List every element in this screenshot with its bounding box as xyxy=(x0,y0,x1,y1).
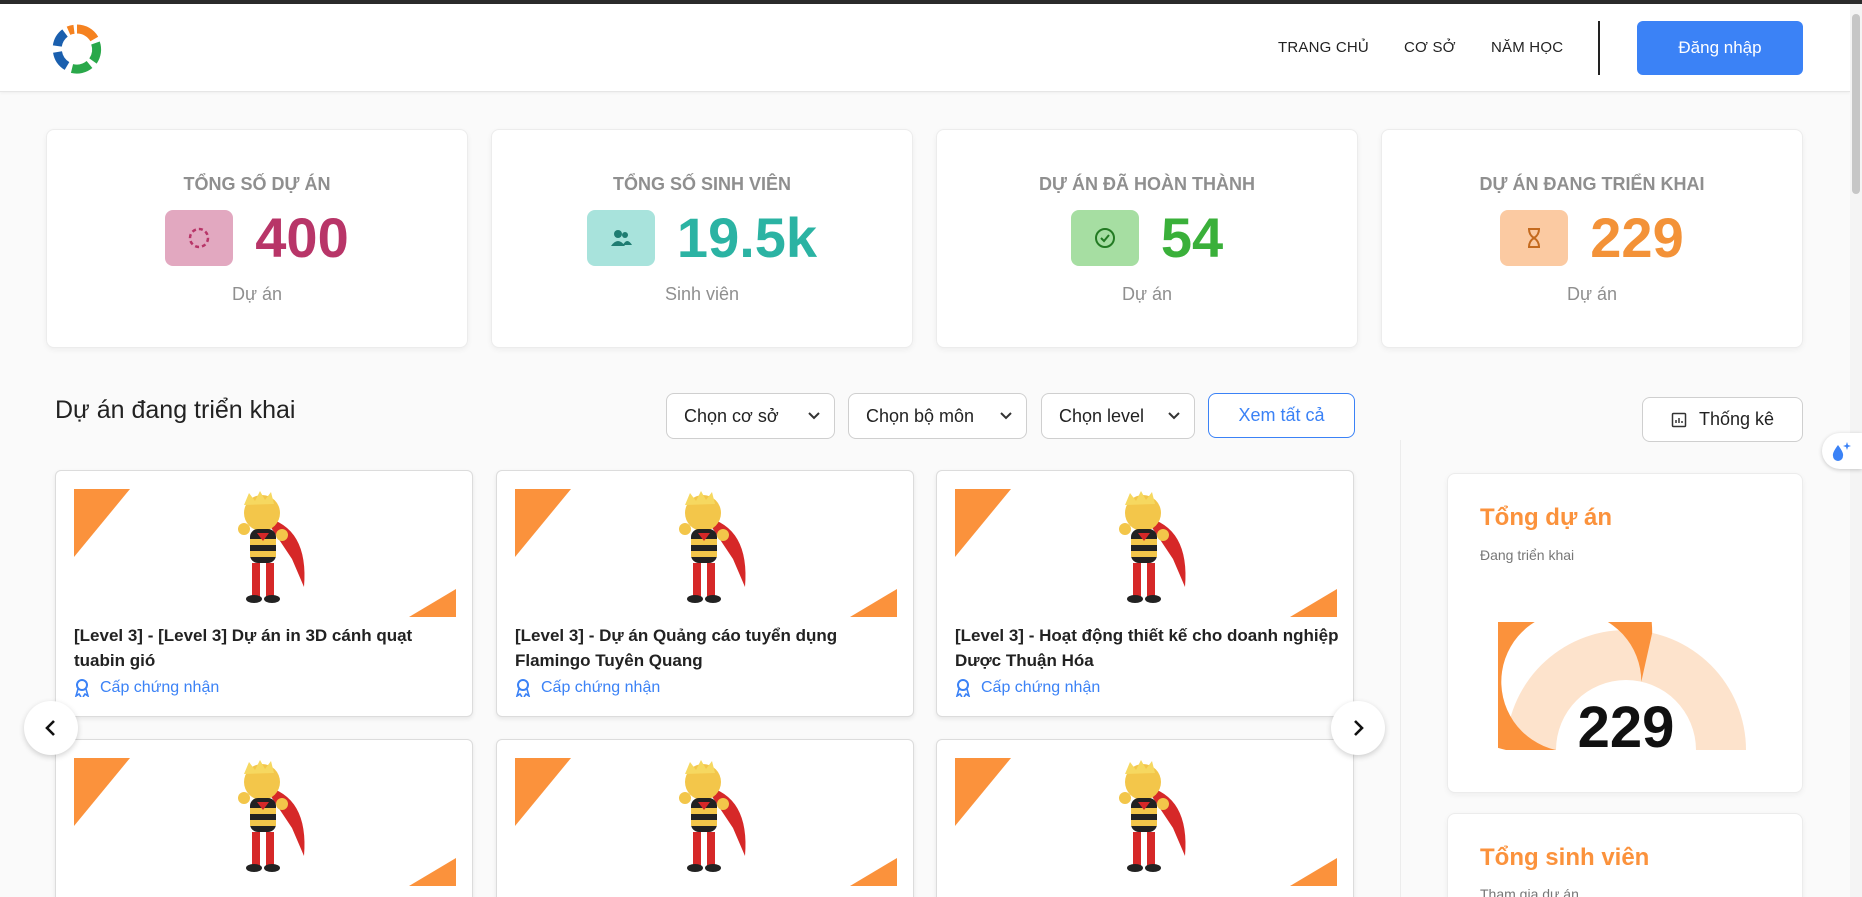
certificate-label: Cấp chứng nhận xyxy=(955,679,1100,697)
floating-widget-button[interactable] xyxy=(1822,433,1862,469)
stat-unit: Dự án xyxy=(1566,284,1618,304)
students-card-subtitle: Tham gia dự án xyxy=(1480,886,1579,897)
select-label: Chọn level xyxy=(1059,405,1145,426)
spinner-icon xyxy=(165,210,234,266)
project-title[interactable]: [Level 3] - Hoạt động thiết kế cho doanh… xyxy=(955,623,1340,673)
stat-card-ongoing-projects: DỰ ÁN ĐANG TRIỂN KHAI 229 Dự án xyxy=(1381,129,1803,348)
logo-icon[interactable] xyxy=(52,24,102,74)
project-thumbnail xyxy=(74,489,456,617)
project-card[interactable]: [Level 3] - [Level 3] Dự án in 3D cánh q… xyxy=(55,470,473,717)
statistics-label: Thống kê xyxy=(1698,409,1775,429)
nav-divider xyxy=(1598,21,1600,75)
certificate-text: Cấp chứng nhận xyxy=(100,679,220,696)
column-divider xyxy=(1400,440,1401,897)
project-thumbnail xyxy=(515,489,897,617)
gauge-card-title: Tổng dự án xyxy=(1480,504,1613,531)
users-icon xyxy=(586,210,655,266)
section-title: Dự án đang triển khai xyxy=(55,396,296,424)
hourglass-icon xyxy=(1500,210,1569,266)
stat-title: DỰ ÁN ĐÃ HOÀN THÀNH xyxy=(1039,174,1255,194)
total-students-card: Tổng sinh viên Tham gia dự án xyxy=(1447,813,1803,897)
project-card[interactable] xyxy=(496,739,914,897)
chevron-down-icon xyxy=(808,412,820,420)
stat-value: 229 xyxy=(1590,206,1684,269)
project-card[interactable]: [Level 3] - Dự án Quảng cáo tuyển dụng F… xyxy=(496,470,914,717)
award-ribbon-icon xyxy=(955,679,971,697)
nav-trang-chu[interactable]: TRANG CHỦ xyxy=(1278,39,1369,56)
select-label: Chọn bộ môn xyxy=(866,405,975,426)
login-button[interactable]: Đăng nhập xyxy=(1637,21,1803,75)
select-label: Chọn cơ sở xyxy=(684,405,779,426)
bar-chart-icon xyxy=(1671,412,1687,427)
stat-title: TỔNG SỐ SINH VIÊN xyxy=(612,174,792,194)
statistics-button[interactable]: Thống kê xyxy=(1642,397,1803,442)
project-thumbnail xyxy=(955,758,1337,886)
carousel-next-button[interactable] xyxy=(1331,701,1385,755)
stat-unit: Dự án xyxy=(1121,284,1173,304)
select-co-so[interactable]: Chọn cơ sở xyxy=(666,393,835,439)
nav-nam-hoc[interactable]: NĂM HỌC xyxy=(1491,39,1563,56)
project-thumbnail xyxy=(955,489,1337,617)
nav-co-so[interactable]: CƠ SỞ xyxy=(1404,39,1456,56)
carousel-prev-button[interactable] xyxy=(24,701,78,755)
certificate-text: Cấp chứng nhận xyxy=(981,679,1101,696)
stat-card-total-projects: TỔNG SỐ DỰ ÁN 400 Dự án xyxy=(46,129,468,348)
stat-title: DỰ ÁN ĐANG TRIỂN KHAI xyxy=(1479,174,1705,194)
project-card[interactable] xyxy=(55,739,473,897)
stat-unit: Sinh viên xyxy=(664,284,740,304)
stat-value: 400 xyxy=(255,206,349,269)
stat-value: 19.5k xyxy=(676,206,818,269)
award-ribbon-icon xyxy=(74,679,90,697)
total-projects-gauge-card: Tổng dự án Đang triển khai 229 xyxy=(1447,473,1803,793)
view-all-button[interactable]: Xem tất cả xyxy=(1208,393,1355,438)
gauge-value: 229 xyxy=(1577,695,1675,760)
check-circle-icon xyxy=(1070,210,1139,266)
scrollbar-thumb[interactable] xyxy=(1852,14,1860,194)
stat-title: TỔNG SỐ DỰ ÁN xyxy=(183,174,331,194)
project-title[interactable]: [Level 3] - Dự án Quảng cáo tuyển dụng F… xyxy=(515,623,900,673)
project-thumbnail xyxy=(515,758,897,886)
chevron-down-icon xyxy=(1000,412,1012,420)
chevron-down-icon xyxy=(1168,412,1180,420)
gauge-card-subtitle: Đang triển khai xyxy=(1480,547,1575,563)
certificate-label: Cấp chứng nhận xyxy=(515,679,660,697)
project-thumbnail xyxy=(74,758,456,886)
stat-unit: Dự án xyxy=(231,284,283,304)
project-card[interactable] xyxy=(936,739,1354,897)
stat-card-completed-projects: DỰ ÁN ĐÃ HOÀN THÀNH 54 Dự án xyxy=(936,129,1358,348)
water-drop-sparkle-icon xyxy=(1832,442,1851,461)
project-title[interactable]: [Level 3] - [Level 3] Dự án in 3D cánh q… xyxy=(74,623,459,673)
students-card-title: Tổng sinh viên xyxy=(1480,844,1650,871)
award-ribbon-icon xyxy=(515,679,531,697)
certificate-label: Cấp chứng nhận xyxy=(74,679,219,697)
select-level[interactable]: Chọn level xyxy=(1041,393,1195,439)
top-navbar: TRANG CHỦ CƠ SỞ NĂM HỌC Đăng nhập xyxy=(0,4,1850,92)
chevron-left-icon xyxy=(45,720,55,736)
select-bo-mon[interactable]: Chọn bộ môn xyxy=(848,393,1027,439)
chevron-right-icon xyxy=(1354,720,1364,736)
stat-value: 54 xyxy=(1160,206,1224,269)
project-card[interactable]: [Level 3] - Hoạt động thiết kế cho doanh… xyxy=(936,470,1354,717)
certificate-text: Cấp chứng nhận xyxy=(541,679,661,696)
stat-card-total-students: TỔNG SỐ SINH VIÊN 19.5k Sinh viên xyxy=(491,129,913,348)
